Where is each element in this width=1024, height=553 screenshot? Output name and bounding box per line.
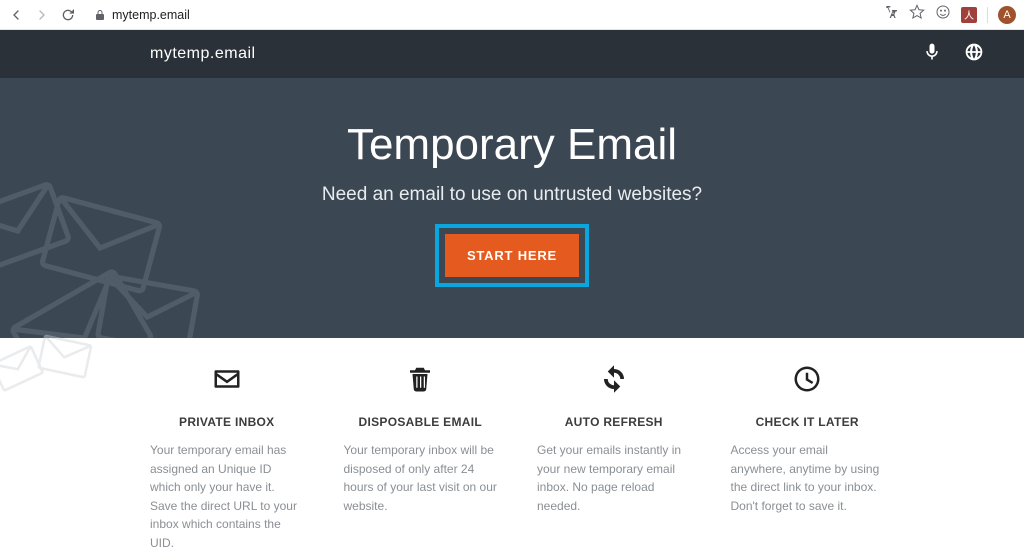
- site-header: mytemp.email: [0, 30, 1024, 78]
- browser-chrome: mytemp.email 人 A: [0, 0, 1024, 30]
- envelope-icon: [150, 364, 304, 399]
- microphone-icon[interactable]: [922, 42, 942, 67]
- star-icon[interactable]: [909, 4, 925, 25]
- reload-button[interactable]: [60, 7, 76, 23]
- features-section: PRIVATE INBOX Your temporary email has a…: [0, 338, 1024, 553]
- feature-disposable-email: DISPOSABLE EMAIL Your temporary inbox wi…: [344, 364, 498, 553]
- feature-desc: Your temporary inbox will be disposed of…: [344, 441, 498, 515]
- hero-section: Temporary Email Need an email to use on …: [0, 78, 1024, 338]
- divider: [987, 7, 988, 23]
- address-bar[interactable]: mytemp.email: [84, 4, 875, 26]
- feature-title: PRIVATE INBOX: [150, 415, 304, 429]
- refresh-icon: [537, 364, 691, 399]
- cta-highlight: START HERE: [435, 224, 589, 287]
- features-row: PRIVATE INBOX Your temporary email has a…: [0, 338, 1024, 553]
- translate-icon[interactable]: [883, 4, 899, 25]
- browser-nav: [8, 7, 76, 23]
- extension-icon[interactable]: [935, 4, 951, 25]
- trash-icon: [344, 364, 498, 399]
- feature-title: CHECK IT LATER: [731, 415, 885, 429]
- profile-avatar[interactable]: A: [998, 6, 1016, 24]
- pdf-extension-badge[interactable]: 人: [961, 7, 977, 23]
- clock-icon: [731, 364, 885, 399]
- feature-check-later: CHECK IT LATER Access your email anywher…: [731, 364, 885, 553]
- hero-background-art: [0, 118, 230, 338]
- hero-subtitle: Need an email to use on untrusted websit…: [322, 184, 702, 206]
- feature-private-inbox: PRIVATE INBOX Your temporary email has a…: [150, 364, 304, 553]
- brand-logo[interactable]: mytemp.email: [150, 45, 256, 63]
- feature-title: AUTO REFRESH: [537, 415, 691, 429]
- url-text: mytemp.email: [112, 8, 190, 22]
- hero-title: Temporary Email: [347, 120, 677, 170]
- browser-actions: 人 A: [883, 4, 1016, 25]
- start-here-button[interactable]: START HERE: [445, 234, 579, 277]
- feature-title: DISPOSABLE EMAIL: [344, 415, 498, 429]
- feature-auto-refresh: AUTO REFRESH Get your emails instantly i…: [537, 364, 691, 553]
- feature-desc: Access your email anywhere, anytime by u…: [731, 441, 885, 515]
- feature-desc: Get your emails instantly in your new te…: [537, 441, 691, 515]
- forward-button[interactable]: [34, 7, 50, 23]
- globe-icon[interactable]: [964, 42, 984, 67]
- header-actions: [922, 42, 984, 67]
- lock-icon: [94, 9, 106, 21]
- feature-desc: Your temporary email has assigned an Uni…: [150, 441, 304, 553]
- back-button[interactable]: [8, 7, 24, 23]
